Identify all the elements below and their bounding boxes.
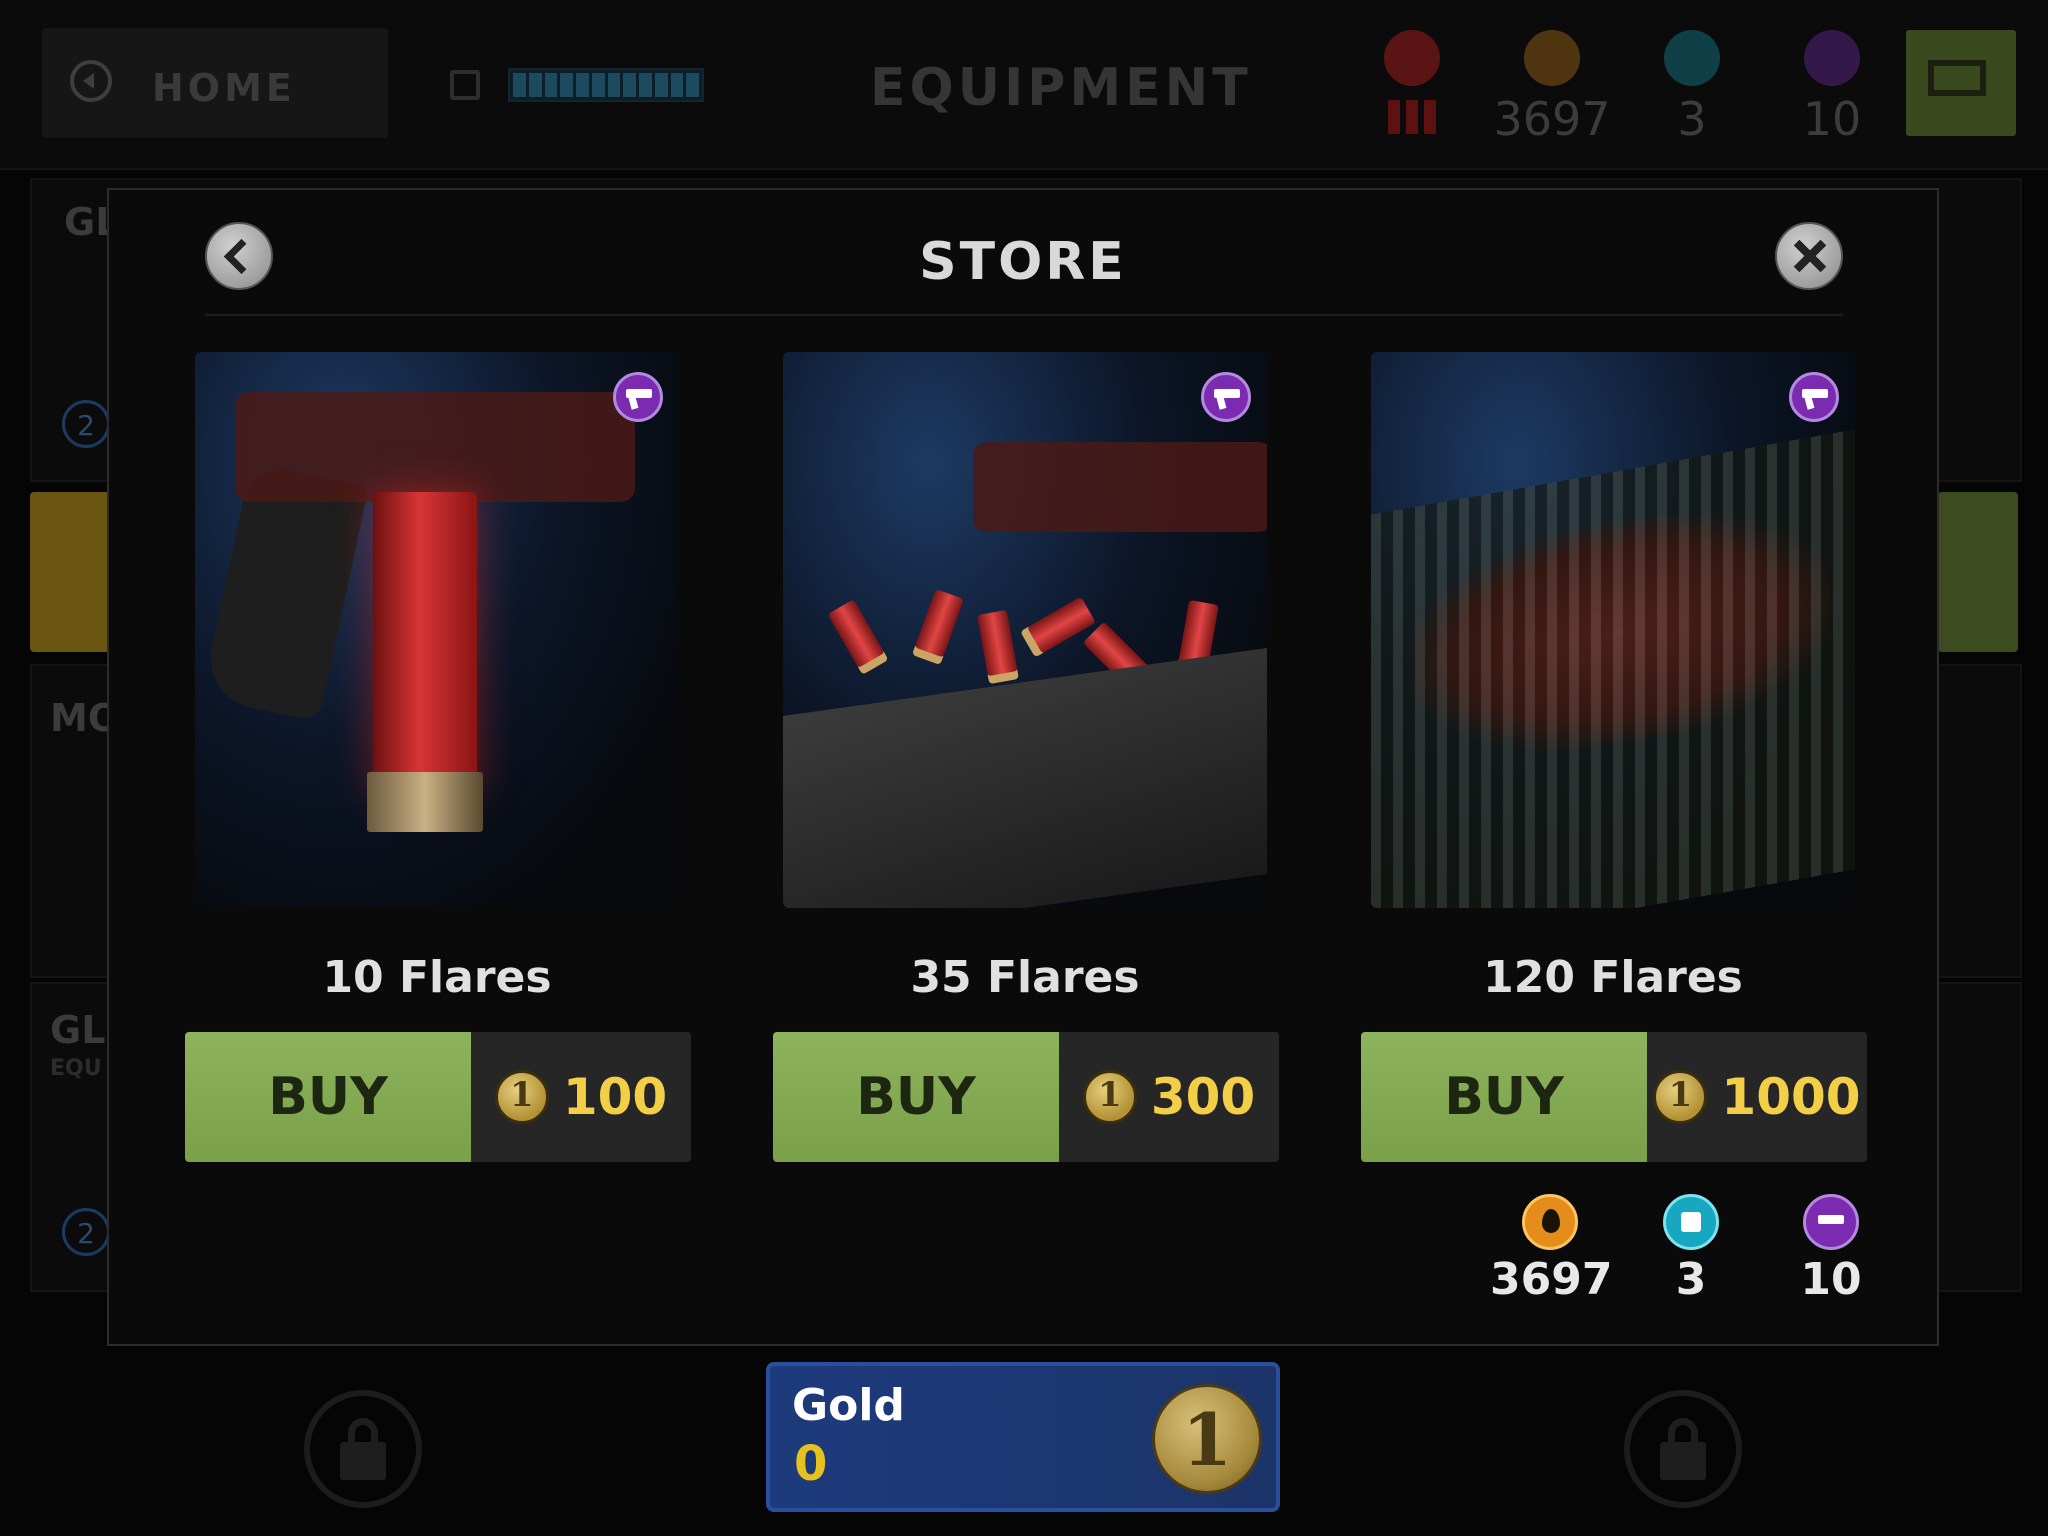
buy-button-10-flares[interactable]: BUY — [185, 1032, 471, 1162]
store-modal: STORE 10 Flares BUY 100 — [107, 188, 1939, 1346]
lock-icon — [340, 1442, 386, 1480]
flare-shell-art — [911, 588, 965, 666]
flare-shell-art — [373, 492, 477, 792]
gold-value: 0 — [794, 1436, 828, 1492]
background-badge-1: 2 — [62, 400, 110, 448]
title-divider — [205, 314, 1843, 316]
background-label-3: GL — [50, 1008, 106, 1052]
metal-box-art — [783, 647, 1267, 908]
fuel-can-icon — [1664, 30, 1720, 86]
topbar-oil-value: 3697 — [1493, 92, 1611, 146]
oil-drop-icon — [1524, 30, 1580, 86]
lock-icon — [1660, 1442, 1706, 1480]
store-item-35-flares[interactable]: 35 Flares — [783, 352, 1267, 1003]
flare-shell-art — [1020, 596, 1096, 658]
balance-flares-value: 10 — [1800, 1254, 1862, 1305]
topbar-flare-counter: 10 — [1772, 30, 1892, 146]
background-label-4: EQU — [50, 1056, 102, 1081]
buy-row-10-flares: BUY 100 — [185, 1032, 691, 1162]
top-bar: HOME EQUIPMENT 3697 3 10 — [0, 0, 2048, 170]
gold-coin-icon — [1082, 1070, 1137, 1124]
item-name: 35 Flares — [910, 952, 1140, 1003]
home-label: HOME — [152, 66, 296, 110]
flare-shell-base — [367, 772, 483, 832]
item-name: 10 Flares — [322, 952, 552, 1003]
cart-icon — [1928, 60, 1986, 96]
product-image-flare-box — [783, 352, 1267, 908]
flare-shell-art — [827, 599, 889, 675]
price-value: 1000 — [1721, 1068, 1861, 1126]
gold-coin-icon — [1653, 1070, 1708, 1124]
crate-art — [1371, 429, 1855, 908]
balance-fuel-value: 3 — [1675, 1254, 1707, 1305]
flare-gun-icon — [1803, 1194, 1859, 1250]
flare-gun-badge-icon — [1201, 372, 1251, 422]
back-arrow-icon — [70, 60, 112, 102]
balance-oil: 3697 — [1490, 1194, 1613, 1305]
store-title: STORE — [919, 232, 1127, 292]
flare-pistol-art — [235, 392, 635, 502]
buy-row-120-flares: BUY 1000 — [1361, 1032, 1867, 1162]
balance-flares: 10 — [1771, 1194, 1891, 1305]
home-button[interactable]: HOME — [42, 28, 388, 138]
topbar-fuel-value: 3 — [1677, 92, 1707, 146]
background-yellow-tab — [30, 492, 110, 652]
fuel-gauge — [508, 68, 704, 102]
flare-gun-icon — [1804, 30, 1860, 86]
page-title: EQUIPMENT — [870, 58, 1252, 118]
buy-button-35-flares[interactable]: BUY — [773, 1032, 1059, 1162]
skull-icon — [1384, 30, 1440, 86]
balance-fuel: 3 — [1631, 1194, 1751, 1305]
flare-gun-badge-icon — [613, 372, 663, 422]
gold-label: Gold — [792, 1380, 905, 1431]
price-tag-35-flares: 300 — [1059, 1032, 1279, 1162]
flare-gun-badge-icon — [1789, 372, 1839, 422]
store-item-120-flares[interactable]: 120 Flares — [1371, 352, 1855, 1003]
fuel-can-icon — [1663, 1194, 1719, 1250]
flare-pistol-art — [973, 442, 1267, 532]
topbar-oil-counter: 3697 — [1492, 30, 1612, 146]
price-value: 300 — [1150, 1068, 1256, 1126]
product-image-flare-gun — [195, 352, 679, 908]
background-badge-2: 2 — [62, 1208, 110, 1256]
background-green-tab — [1938, 492, 2018, 652]
gold-balance-panel[interactable]: Gold 0 — [766, 1362, 1280, 1512]
item-name: 120 Flares — [1483, 952, 1743, 1003]
gold-coin-icon — [494, 1070, 549, 1124]
shop-cart-button[interactable] — [1906, 30, 2016, 136]
oil-drop-icon — [1522, 1194, 1578, 1250]
price-tag-10-flares: 100 — [471, 1032, 691, 1162]
topbar-flare-value: 10 — [1802, 92, 1862, 146]
health-indicator — [1352, 30, 1472, 134]
health-bars — [1352, 100, 1472, 134]
price-tag-120-flares: 1000 — [1647, 1032, 1867, 1162]
close-button[interactable] — [1775, 222, 1843, 290]
fuel-pump-icon — [450, 70, 480, 100]
locked-slot-right[interactable] — [1624, 1390, 1742, 1508]
buy-button-120-flares[interactable]: BUY — [1361, 1032, 1647, 1162]
balance-oil-value: 3697 — [1490, 1254, 1613, 1305]
buy-row-35-flares: BUY 300 — [773, 1032, 1279, 1162]
product-image-flare-crate — [1371, 352, 1855, 908]
store-item-10-flares[interactable]: 10 Flares — [195, 352, 679, 1003]
flare-shell-art — [977, 609, 1019, 685]
locked-slot-left[interactable] — [304, 1390, 422, 1508]
topbar-fuel-counter: 3 — [1632, 30, 1752, 146]
price-value: 100 — [562, 1068, 668, 1126]
gold-coin-icon — [1152, 1384, 1262, 1494]
